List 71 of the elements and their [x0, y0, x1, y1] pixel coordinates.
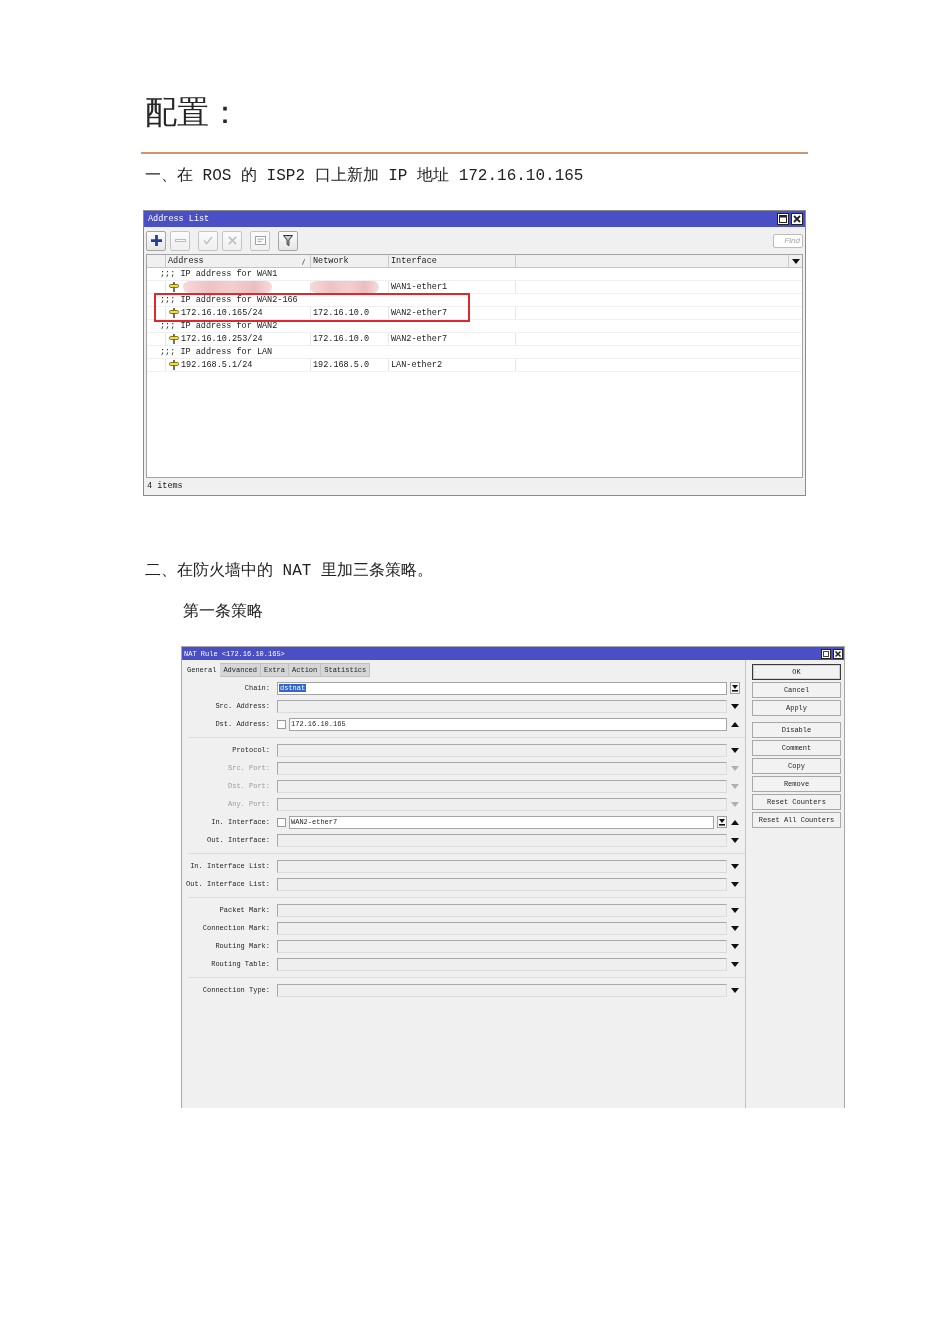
table-cell: 172.16.10.253/24 [181, 333, 263, 345]
close-icon[interactable] [791, 213, 803, 225]
comment-text: ;;; IP address for LAN [160, 346, 273, 358]
dropdown-button[interactable] [717, 816, 727, 828]
table-cell: 172.16.10.0 [313, 307, 370, 319]
step-text: 二、在防火墙中的 NAT 里加三条策略。 [145, 561, 434, 581]
input-field[interactable] [277, 903, 727, 917]
input-field[interactable] [277, 859, 727, 873]
caret-down-icon[interactable] [731, 881, 739, 887]
table-cell: WAN2-ether7 [391, 307, 448, 319]
page-heading: 配置： [145, 92, 242, 132]
comment-text: ;;; IP address for WAN1 [160, 268, 278, 280]
caret-up-icon[interactable] [731, 721, 739, 727]
column-header[interactable]: Interface [391, 255, 437, 267]
column-header[interactable]: Network [313, 255, 349, 267]
caret-up-icon[interactable] [731, 819, 739, 825]
cross-icon [227, 236, 237, 245]
note-icon [254, 236, 266, 245]
table-cell: 172.16.10.165/24 [181, 307, 263, 319]
window-title: Address List [148, 214, 210, 224]
add-button[interactable] [146, 230, 166, 251]
caret-down-icon[interactable] [731, 925, 739, 931]
comment-text: ;;; IP address for WAN2-166 [160, 294, 298, 306]
table-cell: 192.168.5.0 [313, 359, 370, 371]
input-field[interactable] [277, 699, 727, 713]
down-arrow-icon [719, 818, 725, 826]
marker-icon [169, 334, 179, 344]
caret-down-icon[interactable] [791, 258, 800, 264]
redaction-blur [310, 281, 379, 293]
subheading: 第一条策略 [183, 602, 264, 622]
input-field[interactable] [277, 921, 727, 935]
caret-down-icon[interactable] [731, 837, 739, 843]
input-field[interactable] [277, 779, 727, 793]
table-cell: WAN1-ether1 [391, 281, 448, 293]
input-field[interactable] [277, 761, 727, 775]
filter-icon [283, 235, 293, 246]
plus-icon [150, 235, 162, 246]
down-arrow-icon [732, 684, 738, 692]
table-cell: WAN2-ether7 [391, 333, 448, 345]
table-cell: 172.16.10.0 [313, 333, 370, 345]
caret-down-icon[interactable] [731, 863, 739, 869]
table-cell: LAN-ether2 [391, 359, 442, 371]
maximize-icon[interactable] [821, 648, 831, 659]
minus-icon [174, 239, 186, 242]
caret-down-icon[interactable] [731, 747, 739, 753]
status-text: 4 items [147, 481, 183, 491]
checkbox[interactable] [277, 817, 286, 827]
input-field[interactable] [277, 877, 727, 891]
input-field[interactable] [277, 743, 727, 757]
input-field[interactable] [277, 983, 727, 997]
marker-icon [169, 282, 179, 292]
input-field[interactable] [277, 833, 727, 847]
close-icon[interactable] [833, 648, 843, 659]
filter-button[interactable] [278, 230, 298, 251]
caret-down-icon[interactable] [731, 987, 739, 993]
checkbox[interactable] [277, 719, 286, 729]
input-field[interactable] [277, 939, 727, 953]
table-cell: 192.168.5.1/24 [181, 359, 253, 371]
check-icon [203, 236, 213, 245]
column-header[interactable]: Address [168, 255, 204, 267]
caret-down-icon[interactable] [731, 943, 739, 949]
marker-icon [169, 308, 179, 318]
input-field[interactable] [277, 957, 727, 971]
maximize-icon[interactable] [777, 213, 789, 225]
caret-down-icon[interactable] [731, 961, 739, 967]
caret-down-icon[interactable] [731, 907, 739, 913]
marker-icon [169, 360, 179, 370]
dropdown-button[interactable] [730, 682, 740, 694]
input-field[interactable] [277, 797, 727, 811]
caret-down-icon[interactable] [731, 703, 739, 709]
step-text: 一、在 ROS 的 ISP2 口上新加 IP 地址 172.16.10.165 [145, 166, 585, 186]
